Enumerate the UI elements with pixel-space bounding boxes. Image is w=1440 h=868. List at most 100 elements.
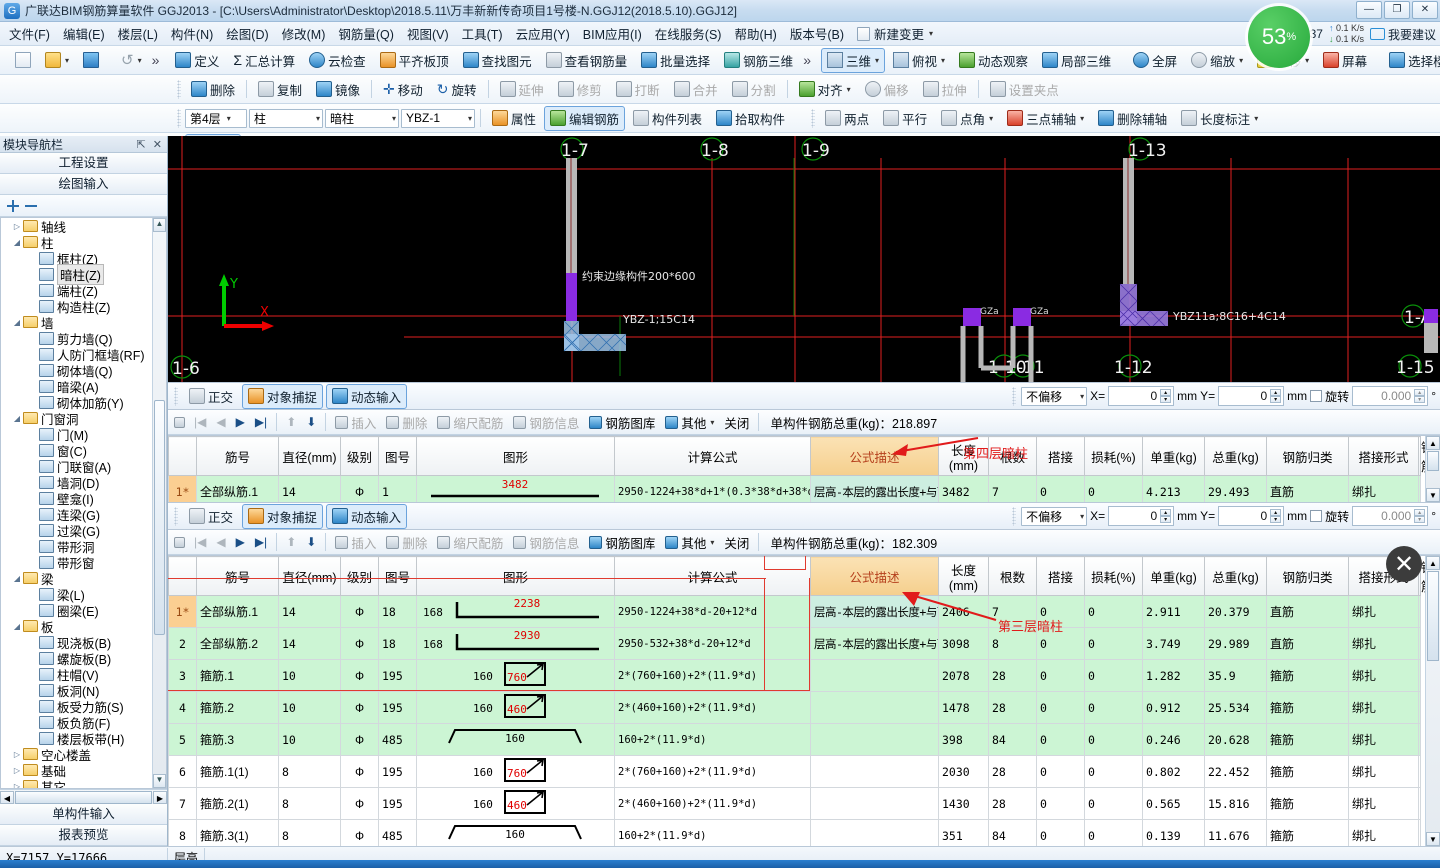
menu-item-bim[interactable]: BIM应用(I) xyxy=(577,21,648,46)
cell-loss[interactable]: 0 xyxy=(1084,595,1143,628)
minimize-button[interactable]: — xyxy=(1356,1,1382,19)
suggestion-button[interactable]: 我要建议 xyxy=(1369,26,1436,43)
table-row[interactable]: 3 箍筋.1 10 Ф 195 160 760 2*(760+160)+2*(11.9*d) 2… xyxy=(168,659,1421,692)
cell-count[interactable]: 7 xyxy=(988,475,1037,502)
view-3d-button[interactable]: 三维 ▾ xyxy=(820,47,886,73)
scroll-down-arrow[interactable]: ▼ xyxy=(1426,832,1440,846)
cell-loss[interactable]: 0 xyxy=(1084,819,1143,846)
sidebar-button-draw-input[interactable]: 绘图输入 xyxy=(0,174,167,195)
menu-item-rebar[interactable]: 钢筋量(Q) xyxy=(332,21,400,46)
scroll-up-arrow[interactable]: ▲ xyxy=(153,218,166,232)
cell-rebar-name[interactable]: 箍筋.1 xyxy=(196,659,279,692)
cell-count[interactable]: 28 xyxy=(988,755,1037,788)
cell-total-weight[interactable]: 11.676 xyxy=(1204,819,1267,846)
cell-splice[interactable]: 0 xyxy=(1036,819,1085,846)
table-row[interactable]: 8 箍筋.3(1) 8 Ф 485 160 160+2*(11.9*d) 351 84 0 0 0.1… xyxy=(168,819,1421,846)
cell-grade[interactable]: Ф xyxy=(340,475,379,502)
expand-all-icon[interactable] xyxy=(6,199,20,213)
cell-classify[interactable]: 直筋 xyxy=(1266,627,1349,660)
merge-button[interactable]: 合并 xyxy=(668,77,724,102)
cell-rebar-name[interactable]: 箍筋.2 xyxy=(196,691,279,724)
cell-loss[interactable]: 0 xyxy=(1084,659,1143,692)
scroll-down-arrow[interactable]: ▼ xyxy=(1426,488,1440,502)
cell-length[interactable]: 1478 xyxy=(938,691,989,724)
cell-shape[interactable]: 160 760 xyxy=(416,659,615,692)
column-header-3[interactable]: 图号 xyxy=(378,436,417,476)
cell-unit-weight[interactable]: 0.139 xyxy=(1142,819,1205,846)
column-header-2[interactable]: 级别 xyxy=(340,556,379,596)
member-list-button[interactable]: 构件列表 xyxy=(627,106,708,131)
first-record-button-2[interactable]: |◀ xyxy=(190,534,210,550)
cell-loss[interactable]: 0 xyxy=(1084,723,1143,756)
cell-shape-no[interactable]: 195 xyxy=(378,691,417,724)
cell-splice-form[interactable]: 绑扎 xyxy=(1348,691,1419,724)
cell-rebar-type[interactable]: 普通 xyxy=(1418,755,1421,788)
table-row[interactable]: 4 箍筋.2 10 Ф 195 160 460 2*(460+160)+2*(11.9*d) 1… xyxy=(168,691,1421,724)
scale-rebar-button-2[interactable]: 缩尺配筋 xyxy=(433,532,507,553)
cell-length[interactable]: 2406 xyxy=(938,595,989,628)
snap-grip-2[interactable] xyxy=(174,506,178,526)
cell-splice[interactable]: 0 xyxy=(1036,755,1085,788)
tree-item-35[interactable]: ▷ 其它 xyxy=(1,778,152,788)
cell-shape[interactable]: 3482 xyxy=(416,475,615,502)
menu-item-cloud[interactable]: 云应用(Y) xyxy=(510,21,576,46)
parallel-axis-button[interactable]: 平行 xyxy=(877,106,933,131)
object-snap-toggle-2[interactable]: 对象捕捉 xyxy=(242,503,324,529)
cell-count[interactable]: 7 xyxy=(988,595,1037,628)
cell-formula-desc[interactable]: 层高-本层的露出长度+与下层钢筋的搭接+上层露出长度+错开距离+与上层钢筋的搭接 xyxy=(810,475,939,502)
offset-x-input-2[interactable]: 0 ▴ ▾ xyxy=(1108,506,1175,526)
column-header-0[interactable]: 筋号 xyxy=(196,556,279,596)
cell-rownum[interactable]: 8 xyxy=(168,819,197,846)
cell-splice-form[interactable]: 绑扎 xyxy=(1348,755,1419,788)
cell-formula-desc[interactable] xyxy=(810,691,939,724)
table-row[interactable]: 2 全部纵筋.2 14 Ф 18 168 2930 2950-532+38*d-20+12*d… xyxy=(168,627,1421,660)
tree-item-5[interactable]: 构造柱(Z) xyxy=(1,298,152,315)
cell-classify[interactable]: 箍筋 xyxy=(1266,787,1349,820)
collapse-triangle-icon[interactable]: ◢ xyxy=(11,318,23,327)
menu-item-version[interactable]: 版本号(B) xyxy=(784,21,850,46)
column-header-12[interactable]: 总重(kg) xyxy=(1204,556,1267,596)
delete-axis-button[interactable]: 删除辅轴 xyxy=(1092,106,1173,131)
cell-classify[interactable]: 直筋 xyxy=(1266,475,1349,502)
cell-rebar-type[interactable]: 普通 xyxy=(1418,723,1421,756)
column-header-8[interactable]: 根数 xyxy=(988,436,1037,476)
save-button[interactable] xyxy=(77,49,105,71)
cell-splice[interactable]: 0 xyxy=(1036,475,1085,502)
cell-shape[interactable]: 160 460 xyxy=(416,691,615,724)
trim-button[interactable]: 修剪 xyxy=(552,77,608,102)
cell-formula-desc[interactable] xyxy=(810,659,939,692)
cell-classify[interactable]: 箍筋 xyxy=(1266,755,1349,788)
other-button-2[interactable]: 其他 ▾ xyxy=(661,532,718,553)
define-button[interactable]: 定义 xyxy=(169,48,225,73)
cell-splice-form[interactable]: 绑扎 xyxy=(1348,475,1419,502)
cell-formula-desc[interactable]: 层高-本层的露出长度+与下层钢筋的搭接-保护层+弯折 xyxy=(810,595,939,628)
tree-item-21[interactable]: 带形窗 xyxy=(1,554,152,571)
scale-rebar-button[interactable]: 缩尺配筋 xyxy=(433,412,507,433)
rotate-checkbox[interactable] xyxy=(1310,390,1323,402)
cell-formula[interactable]: 160+2*(11.9*d) xyxy=(614,723,811,756)
cell-rebar-name[interactable]: 全部纵筋.1 xyxy=(196,475,279,502)
cell-grade[interactable]: Ф xyxy=(340,755,379,788)
sidebar-button-single-member-input[interactable]: 单构件输入 xyxy=(0,804,167,825)
three-point-axis-button[interactable]: 三点辅轴 ▾ xyxy=(1001,106,1090,131)
menu-item-floor[interactable]: 楼层(L) xyxy=(112,21,164,46)
rebar-3d-button[interactable]: 钢筋三维 xyxy=(718,48,799,73)
cell-splice[interactable]: 0 xyxy=(1036,595,1085,628)
prev-record-button[interactable]: ◀ xyxy=(212,414,229,430)
cell-unit-weight[interactable]: 0.802 xyxy=(1142,755,1205,788)
tree-item-24[interactable]: 圈梁(E) xyxy=(1,602,152,619)
cell-count[interactable]: 28 xyxy=(988,787,1037,820)
cell-total-weight[interactable]: 20.628 xyxy=(1204,723,1267,756)
column-header-11[interactable]: 单重(kg) xyxy=(1142,556,1205,596)
collapse-all-icon[interactable] xyxy=(24,199,38,213)
edit-toolbar-grip[interactable] xyxy=(177,79,181,99)
tree-item-34[interactable]: ▷ 基础 xyxy=(1,762,152,779)
cell-unit-weight[interactable]: 0.246 xyxy=(1142,723,1205,756)
cell-splice-form[interactable]: 绑扎 xyxy=(1348,627,1419,660)
spinner[interactable]: ▴ ▾ xyxy=(1160,389,1172,403)
cell-length[interactable]: 2078 xyxy=(938,659,989,692)
column-header-14[interactable]: 搭接形式 xyxy=(1348,436,1419,476)
cell-grade[interactable]: Ф xyxy=(340,819,379,846)
cell-shape[interactable]: 168 2238 xyxy=(416,595,615,628)
dynamic-input-toggle-2[interactable]: 动态输入 xyxy=(326,503,408,529)
